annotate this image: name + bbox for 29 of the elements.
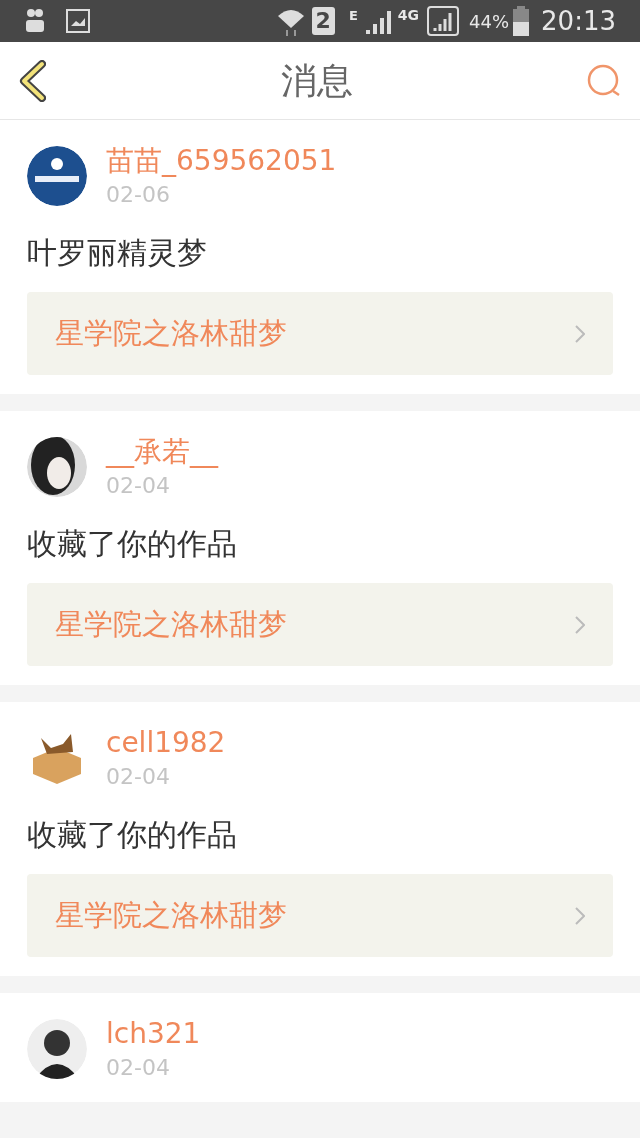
- user-name[interactable]: lch321: [106, 1015, 201, 1053]
- user-name[interactable]: __承若__: [106, 433, 218, 471]
- work-link[interactable]: 星学院之洛林甜梦: [27, 874, 613, 957]
- work-link[interactable]: 星学院之洛林甜梦: [27, 583, 613, 666]
- message-date: 02-06: [106, 181, 170, 209]
- user-name[interactable]: cell1982: [106, 724, 226, 762]
- chevron-right-icon: [575, 615, 585, 634]
- signal-icon: [427, 6, 460, 36]
- page-title: 消息: [281, 58, 353, 103]
- sim-slot-number: 2: [311, 7, 335, 35]
- battery-icon: [513, 6, 530, 36]
- network-type: E: [348, 7, 358, 25]
- message-date: 02-04: [106, 1054, 170, 1082]
- network-type: 4G: [397, 6, 420, 25]
- image-icon: [66, 9, 90, 33]
- message-date: 02-04: [106, 763, 170, 791]
- chevron-right-icon: [575, 324, 585, 343]
- message-text: 叶罗丽精灵梦: [27, 235, 207, 270]
- message-text: 收藏了你的作品: [27, 817, 237, 852]
- chevron-right-icon: [575, 906, 585, 925]
- message-text: 收藏了你的作品: [27, 526, 237, 561]
- battery-percent: 44%: [469, 9, 510, 34]
- back-button[interactable]: [18, 58, 48, 103]
- clock: 20:13: [541, 4, 616, 38]
- user-name[interactable]: 苗苗_659562051: [106, 142, 337, 180]
- message-date: 02-04: [106, 472, 170, 500]
- signal-icon: [365, 8, 394, 34]
- camera-icon: [24, 7, 46, 35]
- work-link[interactable]: 星学院之洛林甜梦: [27, 292, 613, 375]
